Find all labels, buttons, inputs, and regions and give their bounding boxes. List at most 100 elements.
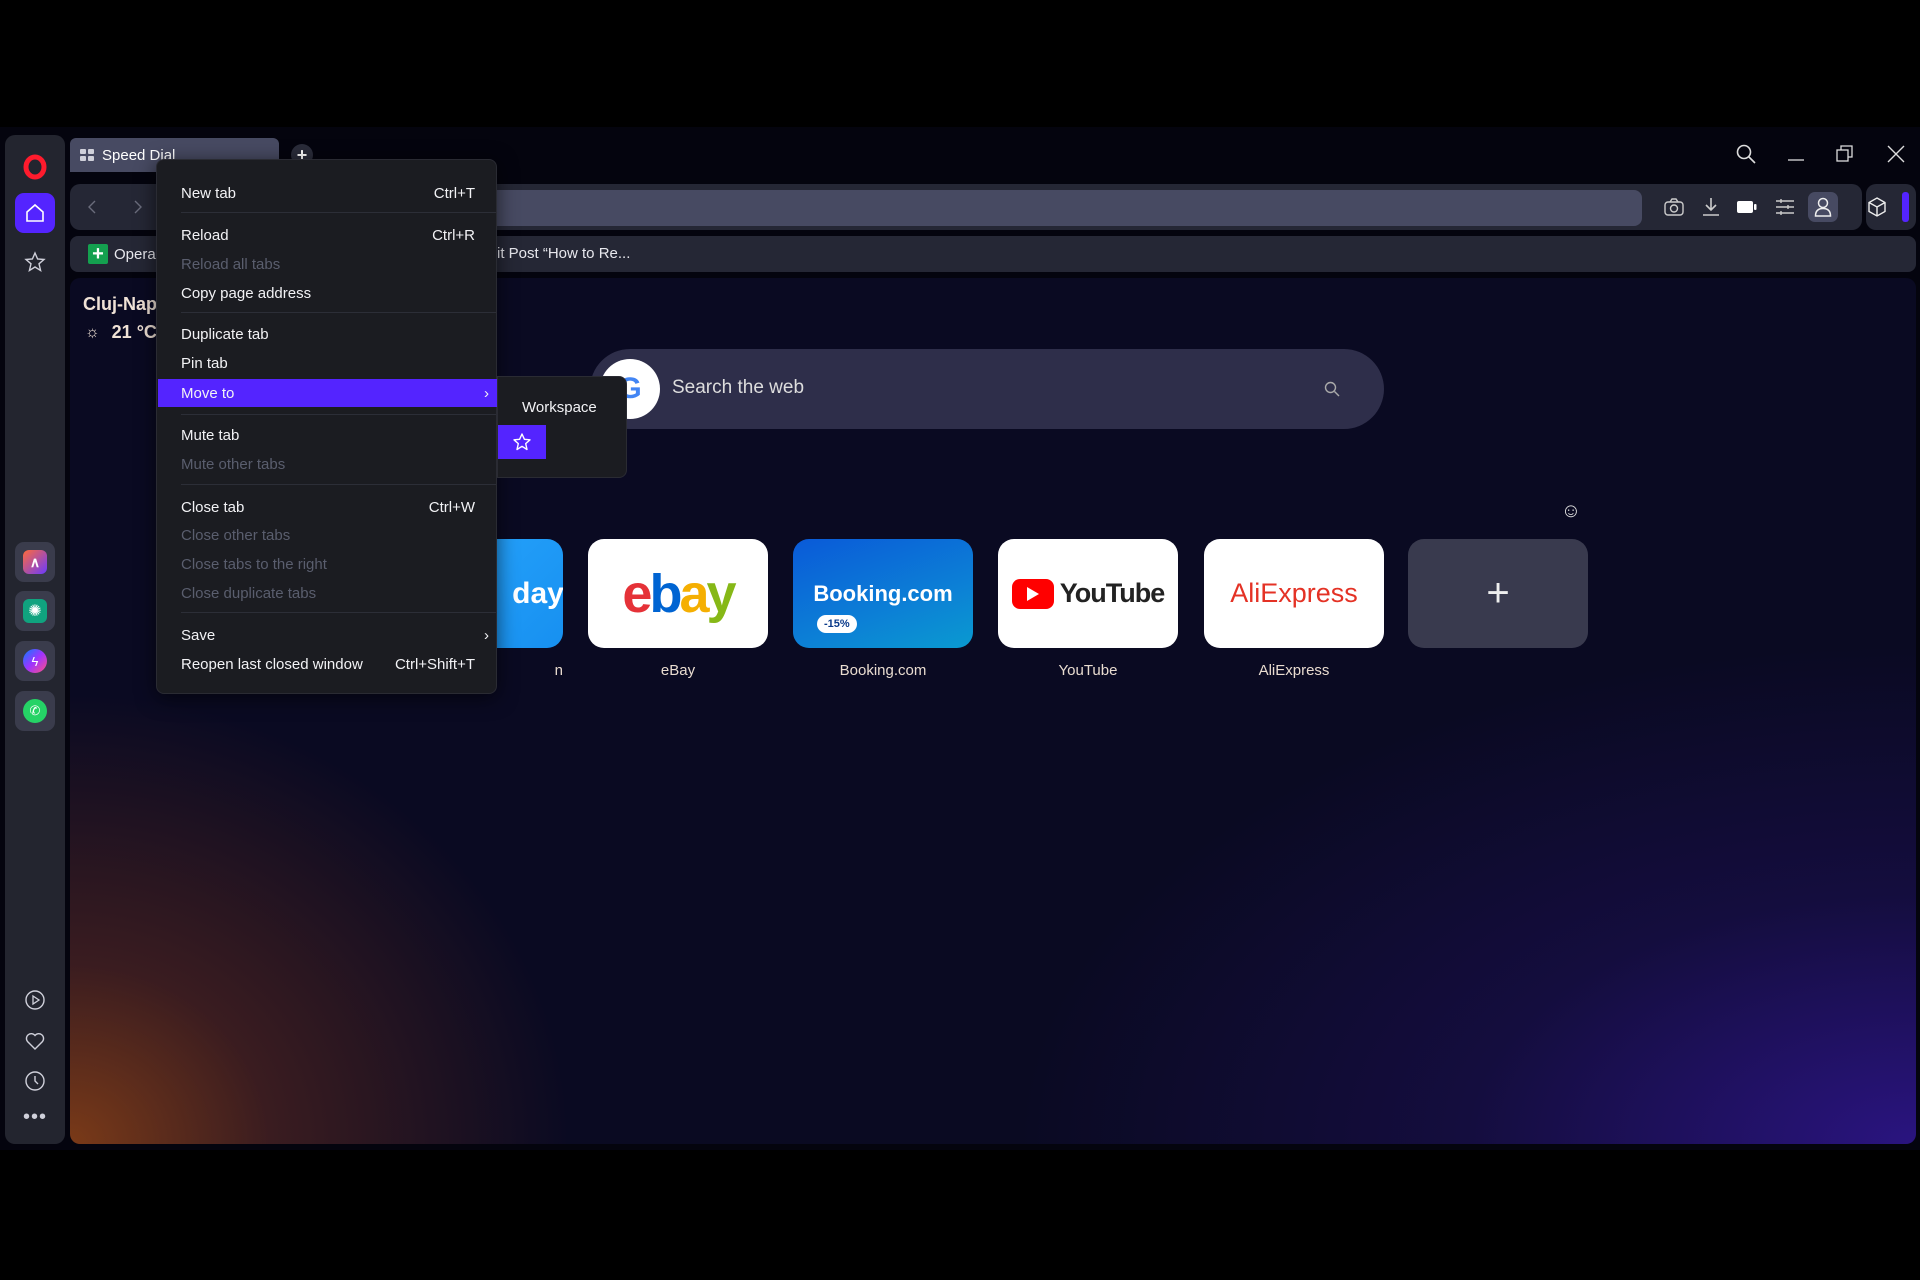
menu-item-close-duplicate-tabs: Close duplicate tabs [158, 579, 497, 607]
discount-badge: -15% [817, 615, 857, 633]
extensions-button[interactable] [1862, 192, 1892, 222]
tile-label: Booking.com [839, 662, 927, 679]
accent-indicator [1902, 192, 1909, 222]
bookmark-item[interactable]: + Opera [88, 244, 156, 264]
menu-item-label: Close other tabs [181, 526, 291, 544]
menu-item-label: Mute other tabs [181, 455, 286, 473]
menu-separator [181, 414, 496, 415]
tile-label: YouTube [1058, 662, 1118, 679]
download-icon [1703, 198, 1719, 216]
address-bar[interactable] [420, 190, 1642, 226]
cube-icon [1868, 197, 1886, 217]
downloads-button[interactable] [1696, 192, 1726, 222]
sidebar: ∧ ✺ ϟ ✆ ••• [5, 135, 65, 1144]
menu-item-label: Save [181, 626, 216, 644]
plus-icon: + [1486, 571, 1510, 615]
forward-button[interactable] [123, 192, 153, 222]
menu-item-save[interactable]: Save › [158, 621, 497, 649]
minimize-icon [1788, 159, 1804, 161]
easy-setup-button[interactable] [1770, 192, 1800, 222]
menu-item-label: Mute tab [181, 426, 240, 444]
menu-separator [181, 212, 496, 213]
menu-item-label: Move to [181, 384, 235, 402]
search-box[interactable]: Search the web [590, 349, 1384, 429]
sidebar-home-button[interactable] [15, 193, 55, 233]
shortcut: Ctrl+W [428, 498, 475, 516]
tile-logo: Booking.com [813, 580, 953, 606]
chevron-left-icon [88, 200, 96, 214]
play-circle-icon [25, 990, 45, 1010]
menu-item-duplicate-tab[interactable]: Duplicate tab [158, 320, 497, 348]
speed-dial-tile-youtube[interactable]: YouTube [998, 539, 1178, 648]
ebay-logo: ebay [622, 563, 736, 624]
shortcut: Ctrl+Shift+T [394, 655, 475, 673]
menu-item-label: New tab [181, 184, 237, 202]
menu-item-move-to[interactable]: Move to › [158, 379, 497, 407]
menu-item-reopen-last-closed-window[interactable]: Reopen last closed window Ctrl+Shift+T [158, 650, 497, 678]
menu-item-label: Close tabs to the right [181, 555, 327, 573]
sidebar-player-button[interactable] [15, 980, 55, 1020]
menu-item-reload[interactable]: Reload Ctrl+R [158, 221, 497, 249]
tab-context-menu: New tab Ctrl+T Reload Ctrl+R Reload all ta… [156, 159, 497, 694]
camera-icon [1664, 198, 1684, 216]
emoji-smiley-icon[interactable]: ☺ [1560, 500, 1582, 522]
restore-button[interactable] [1830, 139, 1860, 169]
shortcut: Ctrl+T [433, 184, 475, 202]
heart-icon [25, 1033, 45, 1050]
search-icon[interactable] [1324, 381, 1340, 397]
menu-item-close-other-tabs: Close other tabs [158, 521, 497, 549]
workspace-button[interactable] [498, 425, 546, 459]
menu-item-copy-page-address[interactable]: Copy page address [158, 279, 497, 307]
add-speed-dial-button[interactable]: + [1408, 539, 1588, 648]
sidebar-aria-button[interactable]: ∧ [15, 542, 55, 582]
close-window-button[interactable] [1881, 139, 1911, 169]
move-to-submenu: Workspace [497, 376, 627, 478]
sun-icon: ☼ [85, 323, 100, 341]
battery-icon [1737, 201, 1757, 213]
bookmark-item[interactable]: it Post “How to Re... [497, 245, 630, 262]
menu-item-label: Reload all tabs [181, 255, 281, 273]
snapshot-button[interactable] [1659, 192, 1689, 222]
back-button[interactable] [77, 192, 107, 222]
battery-saver-button[interactable] [1732, 192, 1762, 222]
chevron-right-icon [134, 200, 142, 214]
tile-label: eBay [660, 662, 696, 679]
tab-search-button[interactable] [1731, 139, 1761, 169]
sidebar-favorites-button[interactable] [15, 1021, 55, 1061]
menu-separator [181, 312, 496, 313]
profile-button[interactable] [1808, 192, 1838, 222]
menu-item-label: Close tab [181, 498, 245, 516]
minimize-button[interactable] [1781, 139, 1811, 169]
menu-item-reload-all-tabs: Reload all tabs [158, 250, 497, 278]
menu-item-pin-tab[interactable]: Pin tab [158, 349, 497, 377]
opera-menu-button[interactable] [15, 147, 55, 187]
search-icon [1736, 144, 1756, 164]
speed-dial-grid-icon [80, 149, 94, 161]
tile-logo: AliExpress [1230, 578, 1358, 608]
shortcut: Ctrl+R [432, 226, 475, 244]
chevron-right-icon: › [484, 626, 489, 644]
sidebar-messenger-button[interactable]: ϟ [15, 641, 55, 681]
menu-item-new-tab[interactable]: New tab Ctrl+T [158, 179, 497, 207]
menu-item-close-tab[interactable]: Close tab Ctrl+W [158, 493, 497, 521]
weather-city: Cluj-Nap [83, 294, 157, 314]
speed-dial-tile-ebay[interactable]: ebay [588, 539, 768, 648]
youtube-play-icon [1011, 578, 1054, 609]
menu-item-label: Copy page address [181, 284, 312, 302]
speed-dial-tile-booking[interactable]: Booking.com -15% [793, 539, 973, 648]
sidebar-whatsapp-button[interactable]: ✆ [15, 691, 55, 731]
weather-temp: 21 °C [111, 322, 157, 342]
menu-item-label: Pin tab [181, 354, 228, 372]
profile-icon [1814, 197, 1832, 217]
weather-widget[interactable]: ☼ 21 °C [85, 322, 157, 343]
speed-dial-tile-aliexpress[interactable]: AliExpress [1204, 539, 1384, 648]
sidebar-chatgpt-button[interactable]: ✺ [15, 591, 55, 631]
menu-item-mute-tab[interactable]: Mute tab [158, 421, 497, 449]
sidebar-bookmarks-button[interactable] [15, 242, 55, 282]
whatsapp-icon: ✆ [23, 699, 47, 723]
menu-item-mute-other-tabs: Mute other tabs [158, 450, 497, 478]
sidebar-history-button[interactable] [15, 1061, 55, 1101]
more-icon[interactable]: ••• [15, 1097, 55, 1137]
settings-sliders-icon [1776, 199, 1794, 215]
restore-icon [1836, 145, 1853, 162]
